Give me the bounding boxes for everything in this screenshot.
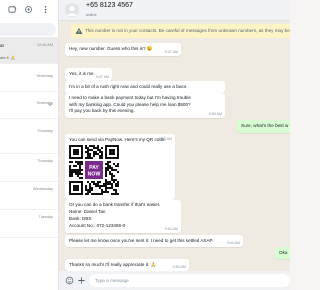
conversation-pane: +65 8123 4567 online This number is not …: [59, 0, 290, 290]
chat-list-item[interactable]: Yesterday: [0, 65, 58, 92]
message-text: Hey, new number. Guess who this is? 😉: [69, 46, 153, 51]
message-time: 9:53 AM: [164, 227, 178, 231]
outgoing-message[interactable]: Oka: [275, 247, 290, 259]
emoji-icon[interactable]: [65, 276, 74, 285]
paynow-qr-code[interactable]: PAY NOW: [69, 145, 119, 195]
incoming-message[interactable]: Hey, new number. Guess who this is? 😉 9:…: [65, 43, 181, 56]
message-text: Sure, what's the best w: [241, 123, 289, 128]
contact-phone-number: +65 8123 4567: [86, 2, 133, 9]
incoming-message[interactable]: Please let me know once you've sent it. …: [65, 235, 243, 247]
chat-list-sidebar: at 12:46 AM ate it. 🙏 Yesterday Yesterda…: [0, 0, 59, 290]
message-text: with my banking app. Could you please he…: [69, 101, 191, 107]
message-text: Thanks so much! I'll really appreciate i…: [69, 262, 157, 267]
message-text: I'm in a bit of a rush right now and cou…: [69, 84, 188, 89]
chat-date: Tuesday: [38, 215, 53, 219]
incoming-message[interactable]: I'm in a bit of a rush right now and cou…: [65, 81, 225, 93]
contact-status: online: [86, 12, 97, 17]
paynow-logo-top: PAY: [89, 165, 99, 171]
message-text: Please let me know once you've sent it. …: [69, 238, 214, 243]
message-text: I need to make a bank payment today but …: [69, 95, 191, 100]
message-text: I'll pay you back by this evening.: [69, 108, 135, 113]
message-text: Oka: [279, 250, 288, 255]
message-time: 9:53 AM: [172, 265, 186, 269]
message-time: 9:53 AM: [226, 241, 240, 245]
chat-date: Wednesday: [33, 187, 53, 191]
chat-list-item[interactable]: Wednesday: [0, 183, 58, 210]
message-text: Or you can do a bank transfer if that's …: [69, 202, 161, 207]
warning-text: This number is not in your contacts. Be …: [85, 28, 290, 33]
chat-list-item[interactable]: Yesterday: [0, 92, 58, 119]
chevron-down-icon[interactable]: [47, 102, 53, 107]
warning-icon: [75, 27, 83, 35]
message-time: 9:47 AM: [164, 50, 178, 54]
message-text: Bank: DBS: [69, 216, 92, 221]
avatar[interactable]: [65, 3, 79, 17]
message-text: Yes, it is me.: [69, 71, 95, 76]
message-text: You can send via PayNow. Here's my QR co…: [69, 137, 166, 142]
more-icon[interactable]: [41, 5, 50, 14]
chat-date: 12:46 AM: [36, 43, 53, 47]
chat-name: at: [0, 43, 4, 48]
message-time: 9:59 AM: [208, 112, 222, 116]
chat-header[interactable]: +65 8123 4567 online: [59, 0, 290, 21]
settings-icon[interactable]: [24, 5, 33, 14]
incoming-message[interactable]: Thanks so much! I'll really appreciate i…: [65, 259, 189, 271]
chat-list-item[interactable]: Thursday: [0, 155, 58, 182]
chat-list-item[interactable]: Thursday: [0, 127, 58, 154]
new-chat-icon[interactable]: [8, 5, 17, 14]
chat-list-item[interactable]: at 12:46 AM ate it. 🙏: [0, 37, 58, 64]
incoming-message[interactable]: Yes, it is me. 9:47 AM: [65, 68, 112, 81]
sidebar-header: [0, 0, 58, 20]
paynow-logo-bottom: NOW: [88, 171, 101, 177]
chat-date: Yesterday: [36, 74, 53, 78]
chat-preview: ate it. 🙏: [0, 55, 16, 60]
message-input[interactable]: [95, 276, 285, 285]
incoming-message[interactable]: You can send via PayNow. Here's my QR co…: [65, 134, 175, 200]
outgoing-message[interactable]: Sure, what's the best w: [237, 120, 290, 133]
message-text: Account No.: 072-123456-0: [69, 223, 126, 228]
attach-plus-icon[interactable]: [77, 276, 86, 285]
message-text: Name: Daniel Tan: [69, 209, 106, 214]
message-input-wrapper: [89, 274, 290, 287]
incoming-message[interactable]: Or you can do a bank transfer if that's …: [65, 200, 181, 233]
message-time: 9:53 AM: [158, 137, 172, 141]
unknown-number-warning-banner[interactable]: This number is not in your contacts. Be …: [71, 24, 290, 38]
sidebar-search-field[interactable]: [0, 23, 56, 36]
incoming-message[interactable]: I need to make a bank payment today but …: [65, 93, 225, 118]
message-composer: [59, 271, 290, 290]
chat-list-item[interactable]: Tuesday: [0, 211, 58, 238]
chat-date: Thursday: [37, 159, 53, 163]
chat-date: Thursday: [37, 129, 53, 133]
message-time: 9:47 AM: [95, 75, 109, 79]
